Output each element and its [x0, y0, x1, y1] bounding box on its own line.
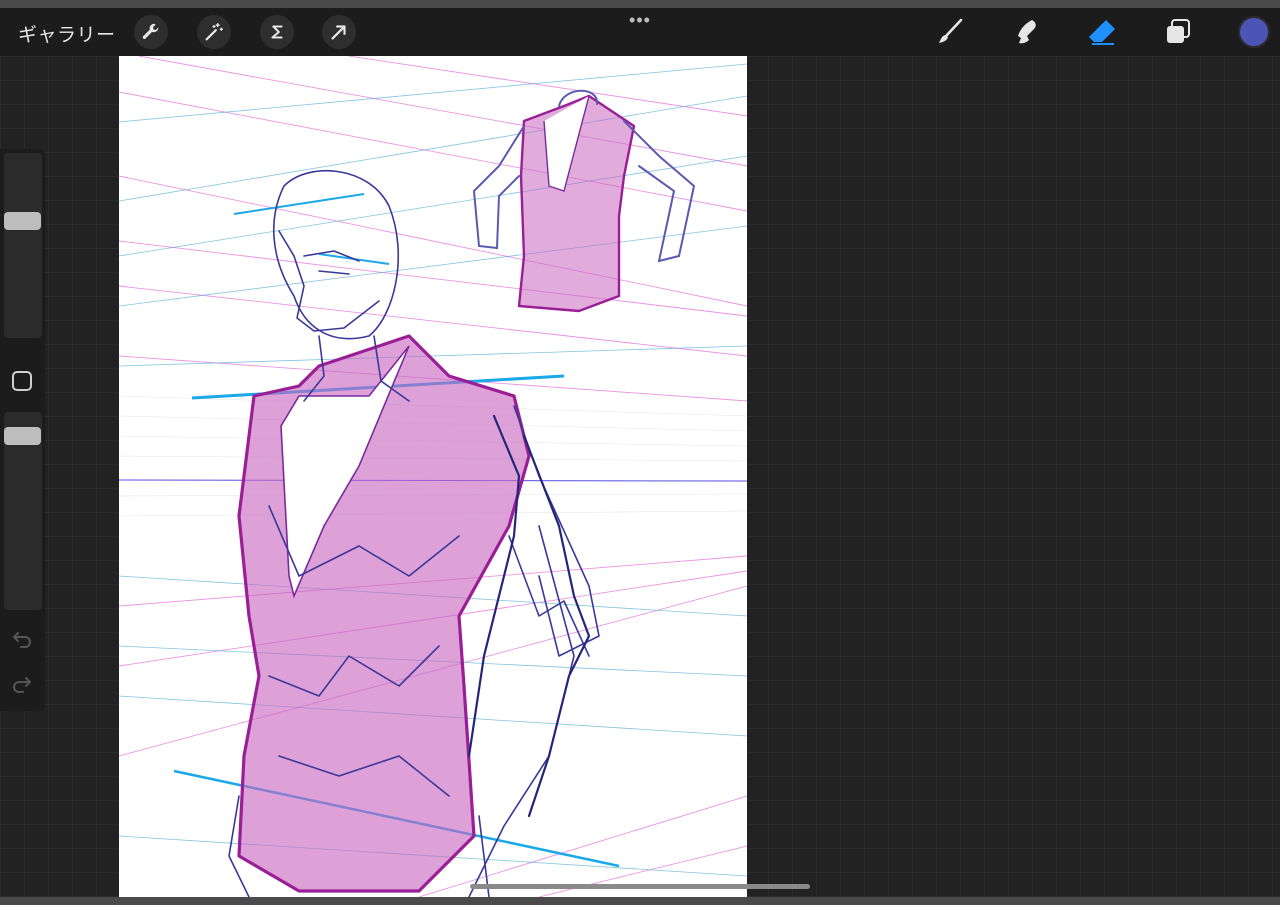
scroll-indicator[interactable]: [470, 884, 810, 889]
adjustments-button[interactable]: [197, 15, 231, 49]
wrench-icon: [142, 23, 159, 39]
drawing-canvas[interactable]: [119, 56, 747, 897]
opacity-thumb[interactable]: [4, 427, 41, 445]
layers-icon: [1167, 19, 1190, 43]
brush-size-thumb[interactable]: [4, 212, 41, 230]
selection-s-icon: [271, 25, 283, 39]
top-toolbar: ギャラリー •••: [0, 8, 1280, 56]
selection-button[interactable]: [260, 15, 294, 49]
magic-wand-icon: [205, 23, 223, 41]
status-strip: [0, 0, 1280, 8]
redo-icon: [13, 677, 31, 693]
modify-button[interactable]: [12, 371, 32, 391]
brush-tool-button[interactable]: [932, 14, 968, 50]
layers-button[interactable]: [1160, 14, 1196, 50]
eraser-icon: [1089, 20, 1115, 45]
undo-button[interactable]: [10, 625, 34, 649]
brush-size-slider[interactable]: [4, 153, 42, 338]
arrow-cursor-icon: [331, 25, 346, 40]
redo-button[interactable]: [10, 670, 34, 694]
eraser-tool-button[interactable]: [1084, 14, 1120, 50]
color-picker-button[interactable]: [1238, 16, 1270, 48]
gallery-button[interactable]: ギャラリー: [18, 20, 116, 47]
smudge-icon: [1018, 20, 1036, 44]
smudge-tool-button[interactable]: [1008, 14, 1044, 50]
bottom-strip: [0, 897, 1280, 905]
more-options-button[interactable]: •••: [622, 11, 658, 29]
undo-icon: [13, 632, 31, 648]
transform-button[interactable]: [322, 15, 356, 49]
brush-icon: [939, 18, 963, 43]
actions-button[interactable]: [134, 15, 168, 49]
left-sidebar: [0, 149, 45, 711]
artwork: [119, 56, 747, 897]
